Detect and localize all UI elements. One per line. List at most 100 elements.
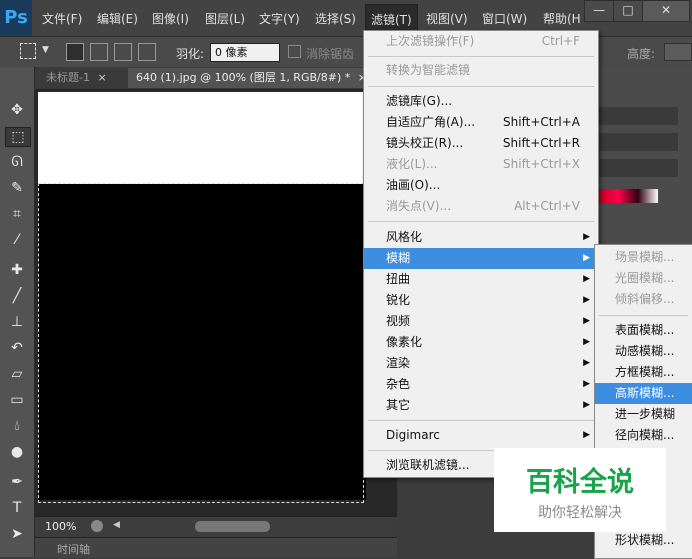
color-ramp[interactable] [598,189,658,203]
panel-field[interactable] [598,159,678,177]
timeline-panel: 时间轴 [35,537,397,558]
submenu-item-tilt-shift[interactable]: 倾斜偏移... [595,289,692,310]
healing-brush-icon[interactable]: ✚ [5,261,29,279]
submenu-arrow-icon: ▶ [583,400,590,410]
close-icon[interactable]: × [97,71,106,84]
menu-item-digimarc[interactable]: Digimarc ▶ [364,425,598,446]
close-button[interactable]: ✕ [642,0,690,22]
menu-item-oil-paint[interactable]: 油画(O)... [364,175,598,196]
brush-tool-icon[interactable]: ╱ [5,287,29,305]
submenu-arrow-icon: ▶ [583,295,590,305]
menu-item-noise[interactable]: 杂色 ▶ [364,374,598,395]
eraser-tool-icon[interactable]: ▱ [5,365,29,383]
menu-item-adaptive-wide-angle[interactable]: 自适应广角(A)... Shift+Ctrl+A [364,112,598,133]
path-select-tool-icon[interactable]: ➤ [5,525,29,543]
menu-item-convert-smart-filter[interactable]: 转换为智能滤镜 [364,60,598,81]
height-label: 高度: [627,47,656,61]
submenu-item-shape-blur[interactable]: 形状模糊... [595,530,692,551]
text-tool-icon[interactable]: T [5,499,29,517]
menu-item-lens-correction[interactable]: 镜头校正(R)... Shift+Ctrl+R [364,133,598,154]
menu-item-pixelate[interactable]: 像素化 ▶ [364,332,598,353]
chevron-down-icon[interactable]: ▼ [42,45,49,55]
submenu-item-surface-blur[interactable]: 表面模糊... [595,320,692,341]
move-tool-icon[interactable]: ✥ [5,101,29,119]
tab-untitled[interactable]: 未标题-1 × [38,68,115,88]
tab-label: 640 (1).jpg @ 100% (图层 1, RGB/8#) * [136,71,351,84]
submenu-arrow-icon: ▶ [583,274,590,284]
crop-tool-icon[interactable]: ⌗ [5,205,29,223]
menu-select[interactable]: 选择(S) [315,10,356,27]
menu-file[interactable]: 文件(F) [42,10,82,27]
menu-item-sharpen[interactable]: 锐化 ▶ [364,290,598,311]
pen-tool-icon[interactable]: ✒ [5,473,29,491]
submenu-item-field-blur[interactable]: 场景模糊... [595,247,692,268]
tools-panel: ✥ ⬚ ᘏ ✎ ⌗ ⁄ ✚ ╱ ⊥ ↶ ▱ ▭ 💧︎ ● ✒ T ➤ [0,67,35,557]
status-info-icon[interactable] [91,520,103,532]
stamp-tool-icon[interactable]: ⊥ [5,313,29,331]
lasso-tool-icon[interactable]: ᘏ [5,153,29,171]
submenu-arrow-icon: ▶ [583,358,590,368]
submenu-item-box-blur[interactable]: 方框模糊... [595,362,692,383]
menu-layer[interactable]: 图层(L) [205,10,245,27]
submenu-item-radial-blur[interactable]: 径向模糊... [595,425,692,446]
menu-help[interactable]: 帮助(H [543,10,581,27]
submenu-arrow-icon: ▶ [583,232,590,242]
subtract-selection-icon[interactable] [114,43,132,61]
feather-input[interactable]: 0 像素 [210,43,280,62]
menu-window[interactable]: 窗口(W) [482,10,527,27]
menu-item-last-filter[interactable]: 上次滤镜操作(F) Ctrl+F [364,31,598,52]
filter-menu-dropdown: 上次滤镜操作(F) Ctrl+F 转换为智能滤镜 滤镜库(G)... 自适应广角(… [363,30,599,478]
blur-tool-icon[interactable]: 💧︎ [5,417,29,435]
canvas-area[interactable] [35,90,397,516]
zoom-level[interactable]: 100% [45,520,76,533]
menu-item-render[interactable]: 渲染 ▶ [364,353,598,374]
history-brush-icon[interactable]: ↶ [5,339,29,357]
document-tabs: 未标题-1 × 640 (1).jpg @ 100% (图层 1, RGB/8#… [36,67,396,90]
gradient-tool-icon[interactable]: ▭ [5,391,29,409]
menu-item-distort[interactable]: 扭曲 ▶ [364,269,598,290]
dodge-tool-icon[interactable]: ● [5,443,29,461]
eyedropper-tool-icon[interactable]: ⁄ [5,231,29,249]
submenu-arrow-icon: ▶ [583,379,590,389]
antialias-checkbox[interactable] [288,45,301,58]
watermark-title: 百科全说 [526,467,634,498]
submenu-item-blur-more[interactable]: 进一步模糊 [595,404,692,425]
submenu-item-motion-blur[interactable]: 动感模糊... [595,341,692,362]
submenu-arrow-icon: ▶ [583,253,590,263]
menu-item-filter-gallery[interactable]: 滤镜库(G)... [364,91,598,112]
menu-item-blur[interactable]: 模糊 ▶ [364,248,598,269]
submenu-item-gaussian-blur[interactable]: 高斯模糊... [595,383,692,404]
height-input[interactable] [664,43,692,61]
panel-field[interactable] [598,133,678,151]
marquee-tool-icon[interactable] [20,43,36,59]
menu-item-stylize[interactable]: 风格化 ▶ [364,227,598,248]
antialias-label: 消除锯齿 [306,47,355,61]
minimize-button[interactable]: — [584,0,614,22]
menu-item-vanishing-point[interactable]: 消失点(V)... Alt+Ctrl+V [364,196,598,217]
add-selection-icon[interactable] [90,43,108,61]
menu-view[interactable]: 视图(V) [426,10,468,27]
submenu-arrow-icon: ▶ [583,337,590,347]
submenu-item-iris-blur[interactable]: 光圈模糊... [595,268,692,289]
intersect-selection-icon[interactable] [138,43,156,61]
menu-edit[interactable]: 编辑(E) [97,10,138,27]
maximize-button[interactable]: □ [613,0,643,22]
menu-item-video[interactable]: 视频 ▶ [364,311,598,332]
tab-active-document[interactable]: 640 (1).jpg @ 100% (图层 1, RGB/8#) * × [128,68,375,88]
menu-type[interactable]: 文字(Y) [259,10,300,27]
status-bar: 100% ◀ [35,516,397,537]
marquee-tool-icon[interactable]: ⬚ [5,127,31,147]
quick-select-tool-icon[interactable]: ✎ [5,179,29,197]
menu-item-liquify[interactable]: 液化(L)... Shift+Ctrl+X [364,154,598,175]
scroll-left-icon[interactable]: ◀ [113,520,120,530]
selection-marquee [38,183,364,503]
new-selection-icon[interactable] [66,43,84,61]
canvas-white-region [38,92,366,184]
tab-label: 未标题-1 [46,71,90,84]
menu-item-other[interactable]: 其它 ▶ [364,395,598,416]
panel-field[interactable] [598,107,678,125]
timeline-label[interactable]: 时间轴 [57,541,90,557]
submenu-arrow-icon: ▶ [583,316,590,326]
horizontal-scrollbar[interactable] [195,521,270,532]
menu-image[interactable]: 图像(I) [152,10,189,27]
